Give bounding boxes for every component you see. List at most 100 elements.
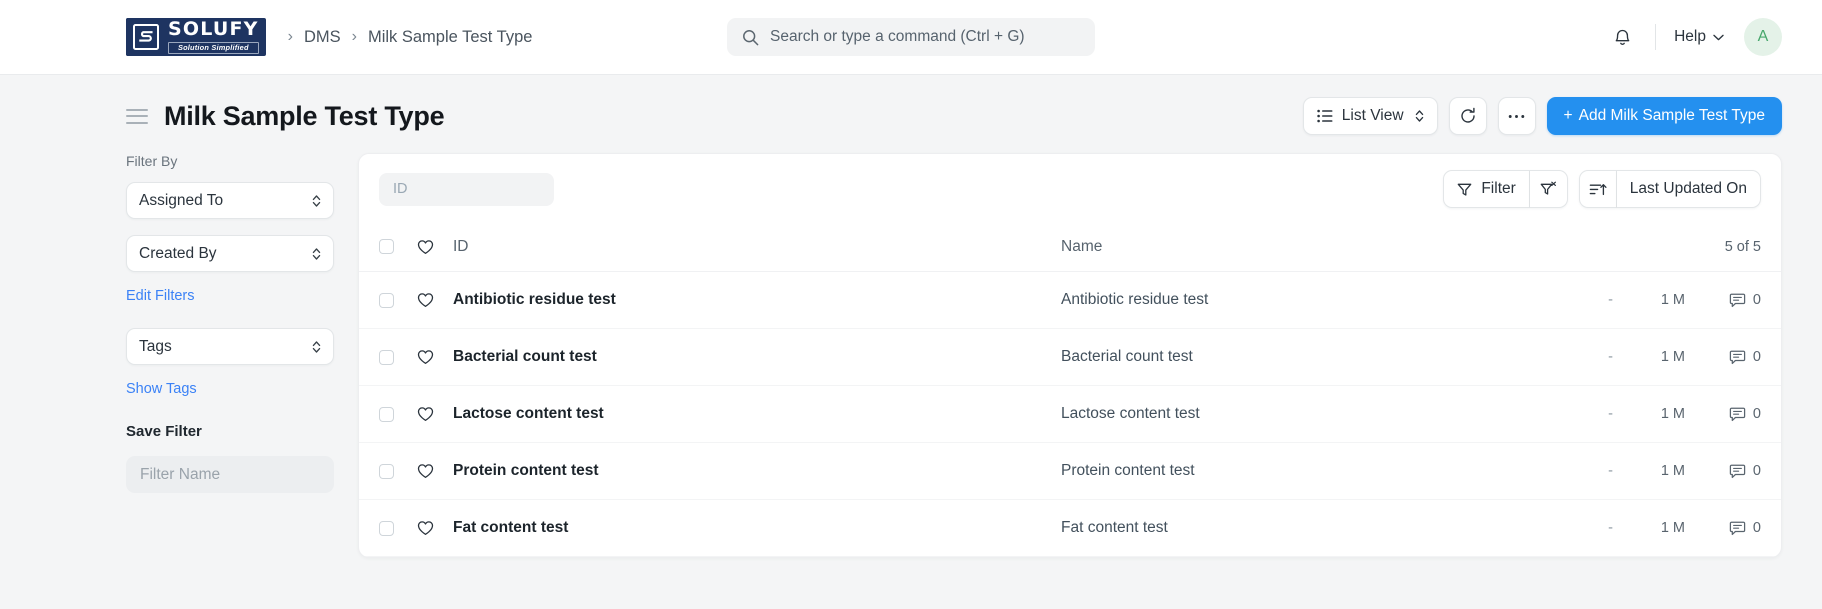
sort-ascending-icon (1589, 182, 1607, 197)
navbar-divider (1655, 24, 1657, 50)
row-checkbox[interactable] (379, 349, 394, 365)
row-comments[interactable]: 0 (1685, 463, 1761, 479)
row-assigned: - (1608, 406, 1613, 422)
row-checkbox[interactable] (379, 520, 394, 536)
sort-direction-button[interactable] (1578, 170, 1617, 208)
table-row[interactable]: Protein content test Protein content tes… (359, 443, 1781, 500)
page-body: Filter By Assigned To Created By Edit Fi… (0, 153, 1822, 558)
sort-field-button[interactable]: Last Updated On (1616, 170, 1761, 208)
top-navbar: SOLUFY Solution Simplified › DMS › Milk … (0, 0, 1822, 75)
row-assigned: - (1608, 349, 1613, 365)
up-down-chevron-icon (312, 247, 321, 261)
breadcrumb-item-current[interactable]: Milk Sample Test Type (368, 28, 532, 47)
row-select-cell (379, 349, 417, 365)
row-name: Lactose content test (1061, 405, 1200, 422)
row-assigned: - (1608, 520, 1613, 536)
id-filter-input[interactable] (379, 172, 554, 206)
clear-filter-button[interactable] (1529, 170, 1568, 208)
solufy-logo[interactable]: SOLUFY Solution Simplified (126, 18, 266, 56)
table-row[interactable]: Fat content test Fat content test - 1 M … (359, 500, 1781, 557)
list-card: Filter (358, 153, 1782, 558)
brand[interactable]: SOLUFY Solution Simplified (126, 18, 266, 56)
breadcrumb-separator-icon: › (287, 28, 293, 45)
filter-by-label: Filter By (126, 153, 178, 169)
list-toolbar-actions: Filter Last Updated On (1443, 170, 1761, 208)
page-title: Milk Sample Test Type (164, 100, 445, 131)
heart-icon[interactable] (417, 292, 434, 308)
heart-icon[interactable] (417, 349, 434, 365)
row-like-cell (417, 292, 453, 308)
ellipsis-icon (1508, 114, 1525, 119)
list-toolbar: Filter (359, 154, 1781, 222)
filter-button-group: Filter (1443, 170, 1568, 208)
notifications-button[interactable] (1603, 18, 1641, 56)
row-checkbox[interactable] (379, 406, 394, 422)
select-all-cell (379, 239, 417, 254)
row-comments[interactable]: 0 (1685, 292, 1761, 308)
column-header-name[interactable]: Name (1061, 238, 1523, 256)
list-header-row: ID Name 5 of 5 (359, 222, 1781, 272)
row-like-cell (417, 349, 453, 365)
funnel-icon (1457, 182, 1472, 197)
row-like-cell (417, 463, 453, 479)
row-comments[interactable]: 0 (1685, 520, 1761, 536)
row-assigned: - (1608, 463, 1613, 479)
comment-icon (1729, 464, 1746, 479)
row-id-link[interactable]: Fat content test (453, 519, 1061, 537)
heart-icon[interactable] (417, 463, 434, 479)
select-all-checkbox[interactable] (379, 239, 394, 254)
assigned-to-select[interactable]: Assigned To (126, 182, 334, 219)
row-id-link[interactable]: Protein content test (453, 462, 1061, 480)
filter-label: Filter (1481, 180, 1516, 197)
row-comments[interactable]: 0 (1685, 406, 1761, 422)
heart-icon[interactable] (417, 406, 434, 422)
hamburger-menu-icon[interactable] (126, 108, 148, 124)
comment-count: 0 (1752, 463, 1761, 479)
avatar[interactable]: A (1744, 18, 1782, 56)
heart-icon[interactable] (417, 520, 434, 536)
row-id-link[interactable]: Bacterial count test (453, 348, 1061, 366)
row-id-link[interactable]: Lactose content test (453, 405, 1061, 423)
table-row[interactable]: Lactose content test Lactose content tes… (359, 386, 1781, 443)
view-switch-button[interactable]: List View (1302, 97, 1438, 135)
created-by-select[interactable]: Created By (126, 235, 334, 272)
heart-icon[interactable] (417, 239, 434, 255)
table-row[interactable]: Antibiotic residue test Antibiotic resid… (359, 272, 1781, 329)
comment-count: 0 (1752, 406, 1761, 422)
search-input[interactable] (770, 28, 1080, 46)
add-milk-sample-test-type-button[interactable]: + Add Milk Sample Test Type (1546, 97, 1782, 135)
assigned-to-label: Assigned To (139, 191, 224, 209)
search-icon (742, 29, 759, 46)
global-search[interactable] (727, 18, 1095, 56)
breadcrumb: › DMS › Milk Sample Test Type (288, 28, 533, 47)
row-id-link[interactable]: Antibiotic residue test (453, 291, 1061, 309)
row-assigned: - (1608, 292, 1613, 308)
search-box[interactable] (727, 18, 1095, 56)
row-checkbox[interactable] (379, 292, 394, 308)
row-comments[interactable]: 0 (1685, 349, 1761, 365)
tags-label: Tags (139, 337, 172, 355)
bell-icon (1612, 27, 1633, 48)
funnel-x-icon (1540, 181, 1557, 197)
sort-button-group: Last Updated On (1578, 170, 1761, 208)
filter-name-input[interactable] (126, 456, 334, 493)
row-checkbox[interactable] (379, 463, 394, 479)
page-header: Milk Sample Test Type List View + Add Mi… (0, 75, 1822, 153)
row-name: Protein content test (1061, 462, 1195, 479)
edit-filters-link[interactable]: Edit Filters (126, 288, 334, 304)
row-like-cell (417, 406, 453, 422)
breadcrumb-item-dms[interactable]: DMS (304, 28, 341, 47)
table-row[interactable]: Bacterial count test Bacterial count tes… (359, 329, 1781, 386)
refresh-button[interactable] (1448, 97, 1487, 135)
show-tags-link[interactable]: Show Tags (126, 381, 334, 397)
more-options-button[interactable] (1497, 97, 1536, 135)
page-header-actions: List View + Add Milk Sample Test Type (1302, 97, 1782, 135)
column-header-id[interactable]: ID (453, 238, 1061, 256)
up-down-chevron-icon (312, 194, 321, 208)
tags-select[interactable]: Tags (126, 328, 334, 365)
help-menu-button[interactable]: Help (1670, 22, 1728, 52)
filter-button[interactable]: Filter (1443, 170, 1530, 208)
comment-count: 0 (1752, 292, 1761, 308)
comment-icon (1729, 521, 1746, 536)
comment-count: 0 (1752, 349, 1761, 365)
